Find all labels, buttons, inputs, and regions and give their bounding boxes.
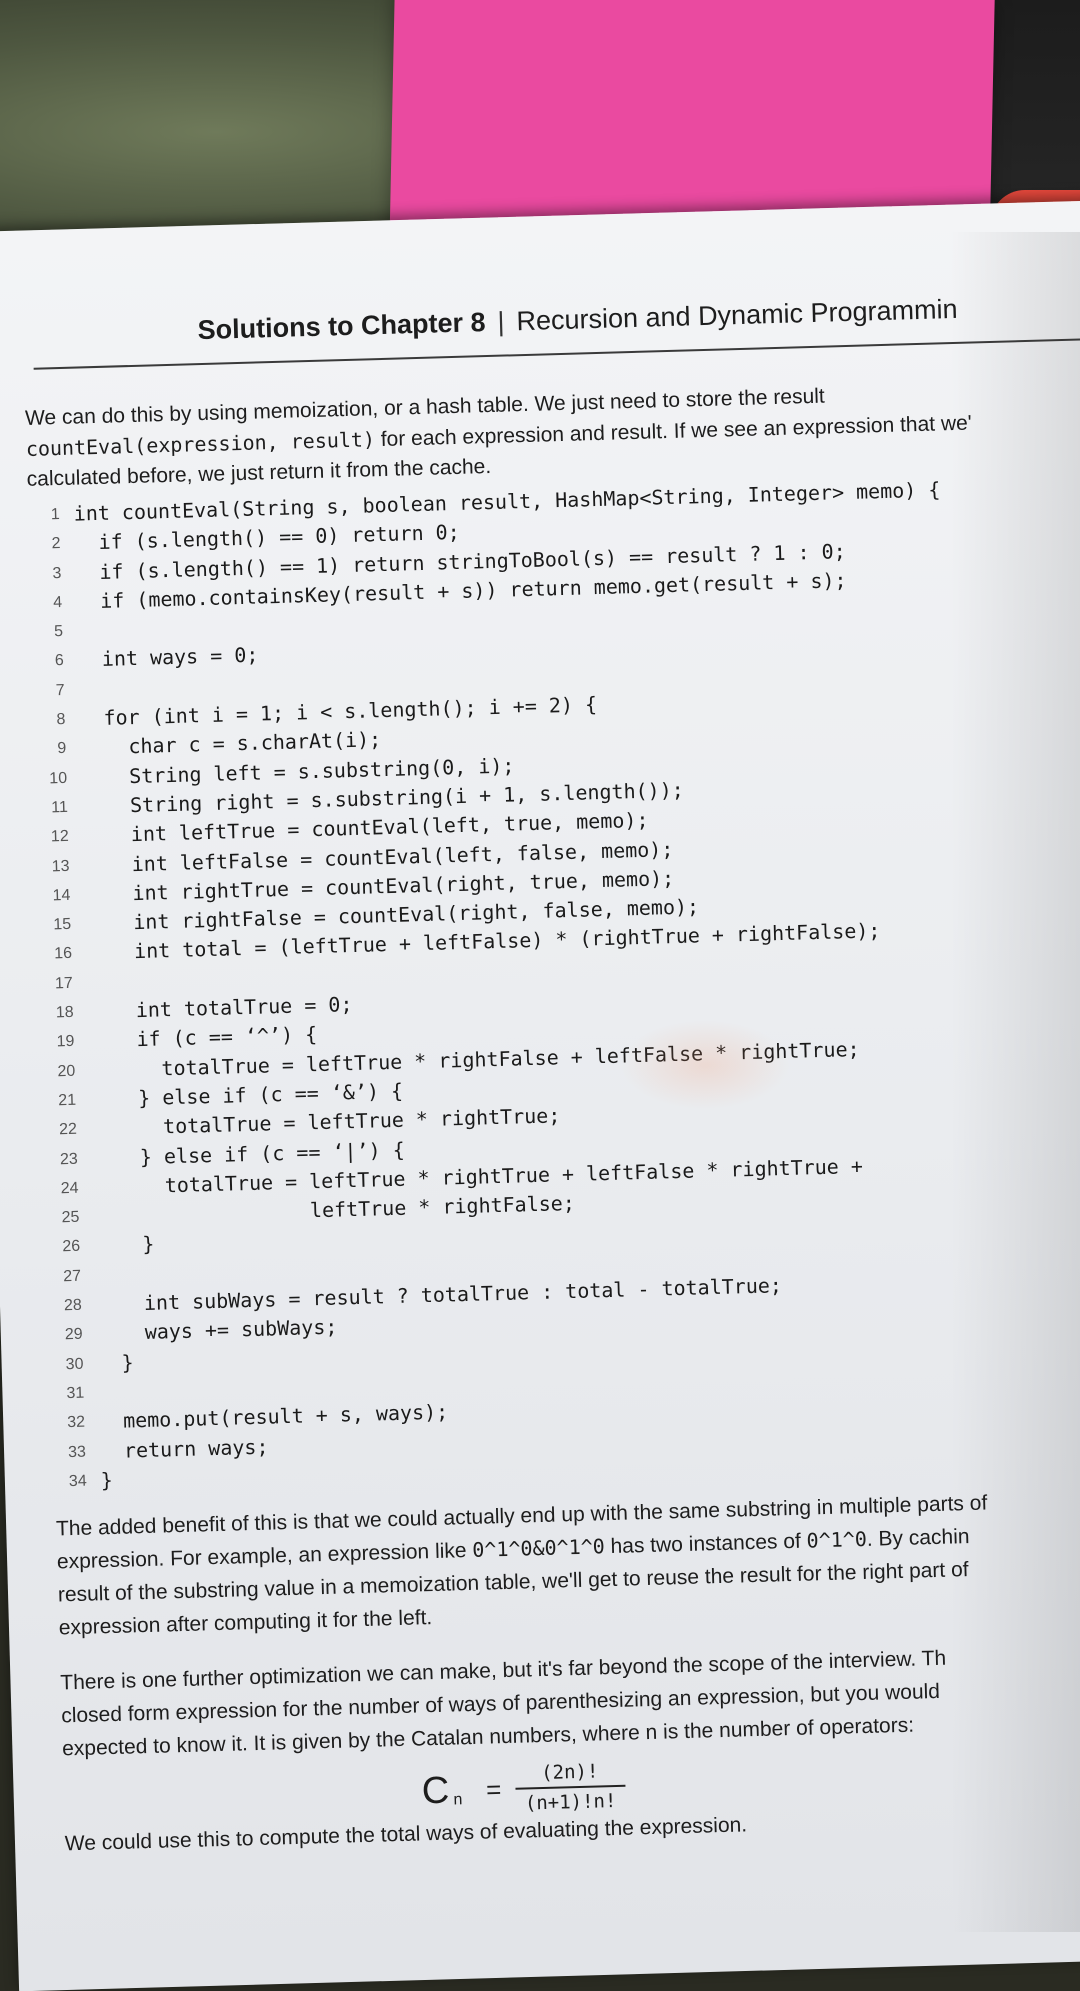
- explanation-text: The added benefit of this is that we cou…: [56, 1482, 1080, 1860]
- line-number: 16: [53, 945, 73, 963]
- line-number: 2: [51, 535, 61, 553]
- line-number: 18: [55, 1003, 74, 1022]
- formula-equals: =: [485, 1773, 502, 1805]
- line-number: 13: [51, 857, 70, 875]
- page-content: Solutions to Chapter 8 | Recursion and D…: [22, 280, 1080, 1861]
- line-number: 17: [54, 974, 74, 993]
- line-number: 26: [62, 1238, 81, 1256]
- fraction-bar: [515, 1784, 626, 1790]
- line-number: 19: [56, 1033, 75, 1051]
- line-number: 9: [57, 740, 67, 758]
- line-number: 21: [58, 1091, 77, 1110]
- line-number: 25: [61, 1208, 80, 1227]
- line-number: 34: [68, 1472, 87, 1490]
- line-number: 29: [64, 1326, 83, 1344]
- line-number: 12: [50, 828, 69, 846]
- line-number: 31: [66, 1384, 85, 1403]
- formula-denominator: (n+1)!n!: [524, 1790, 617, 1815]
- line-number: 27: [62, 1267, 82, 1285]
- formula-c: C: [421, 1769, 450, 1813]
- chapter-topic: Recursion and Dynamic Programmin: [516, 293, 958, 336]
- line-number: 4: [53, 593, 63, 612]
- line-number: 22: [58, 1121, 78, 1139]
- line-number: 8: [56, 711, 66, 729]
- line-number: 24: [60, 1179, 79, 1198]
- formula-subscript: n: [453, 1791, 463, 1809]
- line-number: 5: [53, 623, 64, 641]
- line-number: 10: [49, 769, 68, 788]
- formula-fraction: (2n)! (n+1)!n!: [515, 1760, 626, 1815]
- header-separator: |: [497, 306, 505, 337]
- inline-code-expression: 0^1^0&0^1^0: [471, 1534, 606, 1562]
- line-number: 6: [54, 652, 65, 670]
- chapter-title: Solutions to Chapter 8: [197, 306, 486, 345]
- line-number: 1: [50, 506, 60, 524]
- p1-line-2-c: . By cachin: [866, 1525, 970, 1551]
- line-number: 32: [67, 1413, 86, 1432]
- line-number: 23: [59, 1150, 78, 1168]
- line-number: 20: [57, 1062, 76, 1080]
- p1-line-2-b: has two instances of: [604, 1529, 807, 1559]
- inline-code-subexpression: 0^1^0: [806, 1526, 868, 1553]
- line-number: 28: [63, 1296, 83, 1315]
- line-number: 15: [53, 916, 72, 934]
- line-number: 7: [55, 681, 65, 699]
- line-number: 3: [52, 564, 62, 582]
- formula-numerator: (2n)!: [540, 1760, 599, 1785]
- line-number: 33: [67, 1443, 87, 1461]
- code-listing: 1 int countEval(String s, boolean result,…: [27, 471, 1080, 1497]
- line-number: 14: [52, 886, 71, 905]
- line-number: 11: [51, 798, 69, 817]
- line-number: 30: [65, 1355, 84, 1373]
